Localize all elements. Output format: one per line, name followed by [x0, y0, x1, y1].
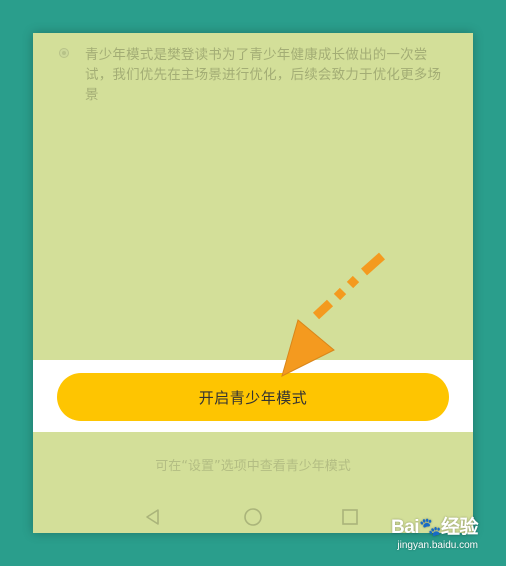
settings-hint: 可在“设置”选项中查看青少年模式 — [155, 459, 351, 474]
back-icon[interactable] — [143, 507, 163, 527]
recents-icon[interactable] — [340, 507, 360, 527]
watermark-url: jingyan.baidu.com — [397, 540, 478, 551]
home-icon[interactable] — [243, 507, 263, 527]
baidu-watermark: Bai🐾经验 jingyan.baidu.com — [390, 512, 479, 551]
enable-teen-mode-button[interactable]: 开启青少年模式 — [57, 373, 449, 421]
baidu-logo: Bai🐾经验 — [390, 517, 479, 538]
teen-mode-notice: 青少年模式是樊登读书为了青少年健康成长做出的一次尝试，我们优先在主场景进行优化，… — [85, 47, 442, 103]
phone-screen: 青少年模式是樊登读书为了青少年健康成长做出的一次尝试，我们优先在主场景进行优化，… — [33, 33, 473, 533]
bullet-icon — [59, 48, 69, 58]
